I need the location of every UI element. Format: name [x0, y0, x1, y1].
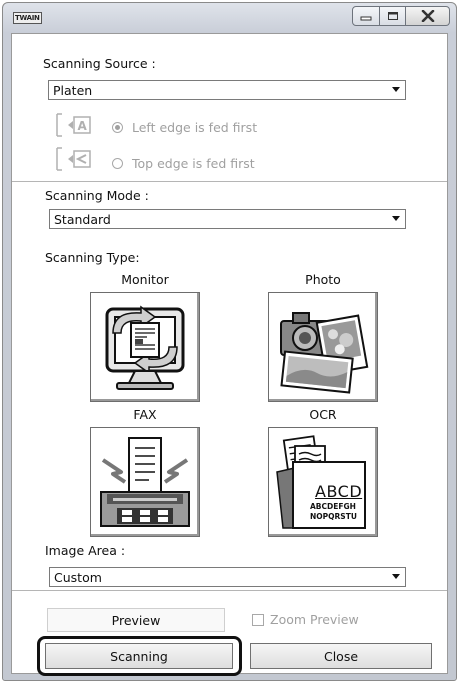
scanning-button-label: Scanning	[110, 648, 168, 664]
ocr-type-button[interactable]: ABCD ABCDEFGH NOPQRSTU	[268, 427, 378, 537]
ocr-large-text: ABCD	[315, 482, 363, 501]
title-bar[interactable]: TWAIN	[3, 3, 456, 33]
zoom-preview-checkbox[interactable]	[252, 613, 264, 626]
maximize-button[interactable]	[380, 6, 406, 26]
fax-type-button[interactable]	[90, 427, 200, 537]
scanning-source-label: Scanning Source :	[43, 56, 156, 71]
image-area-label: Image Area :	[45, 543, 126, 558]
left-edge-radio-row[interactable]: Left edge is fed first	[112, 120, 257, 135]
chevron-down-icon	[387, 568, 405, 586]
scanning-mode-select[interactable]: Standard	[49, 209, 406, 229]
top-edge-feed-icon	[56, 147, 91, 171]
maximize-icon	[387, 12, 398, 20]
preview-button-label: Preview	[111, 612, 161, 628]
fax-type-label: FAX	[133, 407, 157, 422]
scanning-type-label: Scanning Type:	[45, 250, 140, 265]
photo-type-button[interactable]	[268, 292, 378, 402]
chevron-down-icon	[387, 81, 405, 99]
zoom-preview-checkbox-row[interactable]: Zoom Preview	[252, 612, 359, 627]
photo-type-label: Photo	[305, 272, 341, 287]
close-icon	[421, 10, 434, 22]
monitor-type-button[interactable]	[90, 292, 200, 402]
monitor-type-label: Monitor	[121, 272, 169, 287]
top-edge-label: Top edge is fed first	[132, 156, 255, 171]
fax-icon	[100, 437, 190, 527]
radio-selected-dot	[115, 125, 120, 130]
left-edge-feed-icon: A	[56, 113, 91, 137]
ocr-small-text-2: NOPQRSTU	[310, 512, 357, 521]
left-edge-radio[interactable]	[112, 122, 123, 133]
chevron-down-icon	[387, 210, 405, 228]
window-controls	[352, 6, 450, 26]
monitor-icon	[105, 305, 185, 390]
left-edge-label: Left edge is fed first	[132, 120, 258, 135]
scanning-button[interactable]: Scanning	[45, 643, 233, 669]
close-button-label: Close	[323, 648, 359, 664]
ocr-type-label: OCR	[309, 407, 337, 422]
image-area-select[interactable]: Custom	[49, 567, 406, 587]
top-edge-radio[interactable]	[112, 158, 123, 169]
minimize-icon	[360, 16, 372, 21]
twain-dialog-window: TWAIN Scanning Source : Platen A Left ed…	[2, 2, 457, 681]
photo-icon	[280, 312, 369, 394]
close-window-button[interactable]	[406, 6, 450, 26]
svg-text:A: A	[78, 119, 88, 133]
scanning-settings-group	[12, 181, 447, 591]
dialog-client-area: Scanning Source : Platen A Left edge is …	[11, 33, 448, 676]
twain-app-icon: TWAIN	[13, 12, 42, 24]
image-area-value: Custom	[54, 569, 102, 585]
scanning-source-select[interactable]: Platen	[48, 80, 406, 100]
scanning-mode-value: Standard	[54, 211, 111, 227]
preview-button[interactable]: Preview	[47, 608, 225, 632]
scanning-mode-label: Scanning Mode :	[45, 188, 149, 203]
scanning-source-value: Platen	[53, 82, 93, 98]
minimize-button[interactable]	[352, 6, 380, 26]
top-edge-radio-row[interactable]: Top edge is fed first	[112, 156, 255, 171]
ocr-small-text-1: ABCDEFGH	[310, 502, 356, 511]
close-button[interactable]: Close	[250, 643, 432, 669]
zoom-preview-label: Zoom Preview	[270, 612, 359, 627]
